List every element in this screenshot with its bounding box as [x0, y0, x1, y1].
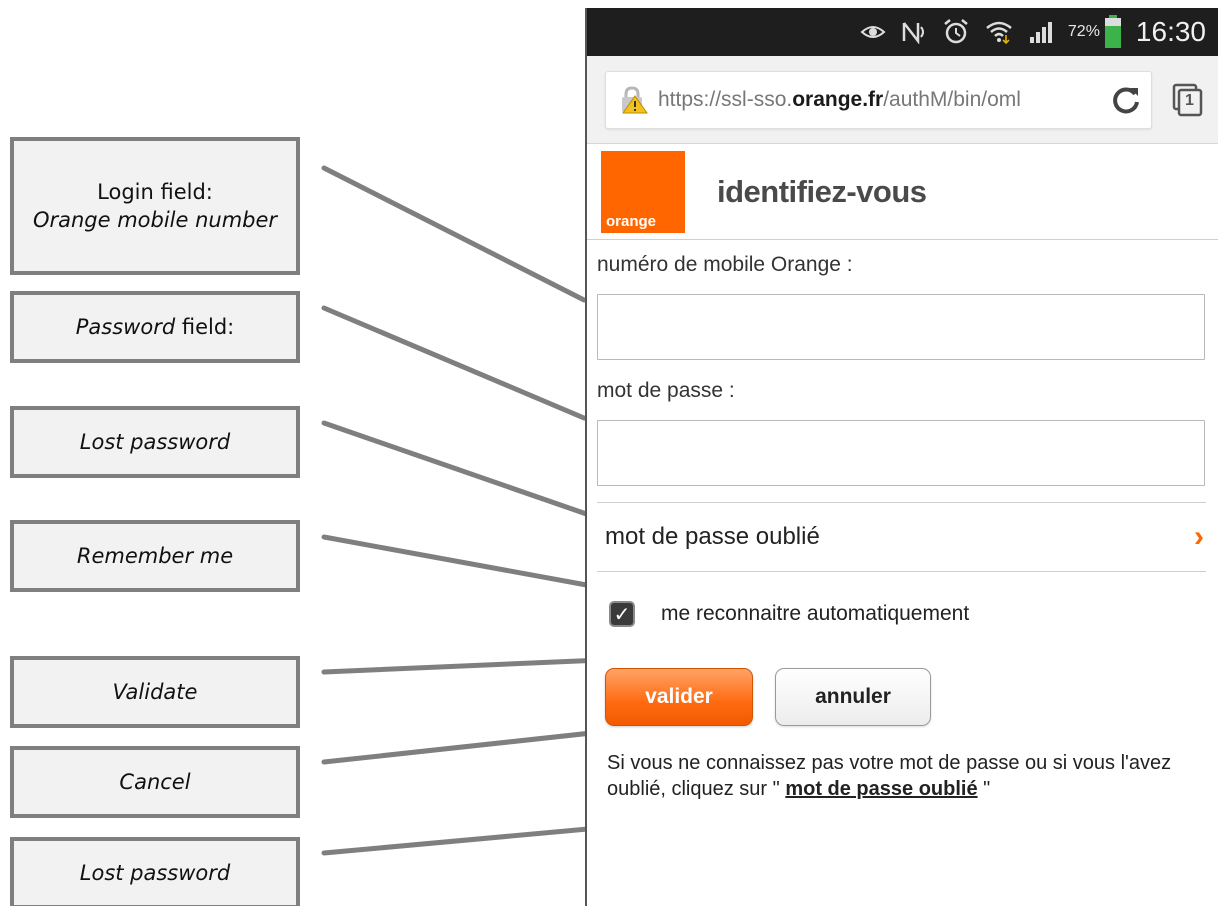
callout-text-italic: Lost password: [79, 860, 231, 885]
leader-line-password: [321, 305, 587, 421]
cancel-button[interactable]: annuler: [775, 668, 931, 726]
url-text[interactable]: https://ssl-sso.orange.fr/authM/bin/oml: [658, 88, 1101, 112]
orange-logo: orange: [601, 150, 685, 233]
callout-text: Login field:: [97, 179, 213, 204]
callout-password-field: Password field:: [10, 291, 300, 363]
remember-me-label: me reconnaitre automatiquement: [661, 602, 970, 625]
url-prefix: https://ssl-sso.: [658, 87, 793, 111]
phone-screen: 72% 16:30 https://ssl-sso.orange.fr/auth…: [585, 8, 1218, 906]
leader-line-login: [321, 165, 587, 303]
callout-text-italic: Password: [75, 314, 176, 339]
logo-text: orange: [606, 212, 657, 230]
reload-icon[interactable]: [1111, 85, 1141, 115]
form-buttons: valider annuler: [597, 668, 1206, 726]
callout-text-italic: Cancel: [119, 769, 191, 794]
help-text-suffix: ": [977, 778, 991, 800]
callout-lost-password: Lost password: [10, 406, 300, 478]
forgot-password-row[interactable]: mot de passe oublié ›: [597, 502, 1206, 572]
remember-me-row[interactable]: ✓ me reconnaitre automatiquement: [597, 572, 1206, 656]
mobile-number-label: numéro de mobile Orange :: [597, 253, 853, 276]
callout-remember-me: Remember me: [10, 520, 300, 592]
callout-login-field: Login field: Orange mobile number: [10, 137, 300, 275]
status-clock: 16:30: [1135, 16, 1206, 47]
mobile-number-input[interactable]: [597, 294, 1205, 360]
callout-validate: Validate: [10, 656, 300, 728]
callout-text-italic: Validate: [112, 679, 198, 704]
battery-icon: [1104, 15, 1122, 49]
callout-text-italic: Lost password: [79, 429, 231, 454]
battery-percent: 72%: [1067, 23, 1100, 40]
chevron-right-icon: ›: [1194, 520, 1204, 553]
address-bar[interactable]: https://ssl-sso.orange.fr/authM/bin/oml: [605, 70, 1152, 129]
forgot-password-label: mot de passe oublié: [605, 523, 820, 550]
status-bar: 72% 16:30: [587, 8, 1218, 56]
eye-icon: [860, 23, 886, 41]
leader-line-remember: [321, 534, 595, 589]
page-title: identifiez-vous: [717, 173, 927, 209]
remember-me-checkbox[interactable]: ✓: [609, 601, 635, 627]
password-label: mot de passe :: [597, 379, 735, 402]
forgot-password-link[interactable]: mot de passe oublié: [785, 778, 977, 800]
leader-line-validate: [321, 657, 605, 675]
tabs-icon[interactable]: 1: [1172, 83, 1204, 117]
callout-lost-password-link: Lost password: [10, 837, 300, 906]
page-header: orange identifiez-vous: [587, 144, 1218, 240]
signal-icon: [1028, 20, 1054, 44]
wifi-icon: [984, 19, 1014, 45]
leader-line-lost-password: [321, 420, 601, 521]
nfc-icon: [900, 20, 928, 44]
alarm-icon: [942, 18, 970, 46]
password-input[interactable]: [597, 420, 1205, 486]
validate-button[interactable]: valider: [605, 668, 753, 726]
help-text: Si vous ne connaissez pas votre mot de p…: [597, 750, 1197, 802]
browser-toolbar: https://ssl-sso.orange.fr/authM/bin/oml …: [587, 56, 1218, 144]
url-path: /authM/bin/oml: [883, 87, 1021, 111]
callout-text: field:: [175, 314, 235, 339]
warning-lock-icon: [618, 85, 648, 114]
callout-cancel: Cancel: [10, 746, 300, 818]
url-host: orange.fr: [792, 87, 884, 111]
callout-text-italic: Orange mobile number: [32, 208, 278, 232]
callout-text-italic: Remember me: [76, 543, 234, 568]
tabs-count: 1: [1185, 91, 1194, 109]
login-form: numéro de mobile Orange : mot de passe :…: [587, 250, 1218, 802]
